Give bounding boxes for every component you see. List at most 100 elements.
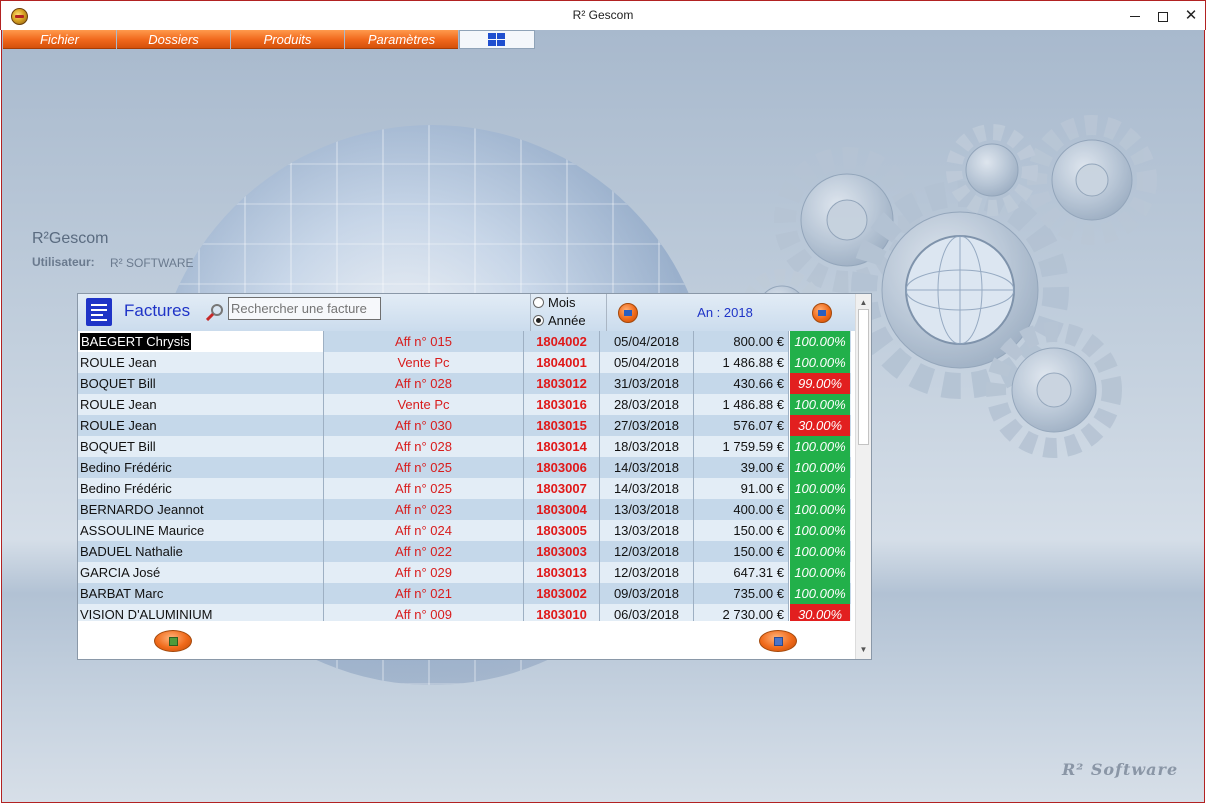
amount-cell: 91.00 € <box>694 478 789 499</box>
radio-annee-dot <box>533 315 544 326</box>
invoice-number-cell: 1803004 <box>524 499 600 520</box>
next-year-button[interactable] <box>812 303 832 323</box>
scroll-down-icon[interactable]: ▼ <box>859 645 868 654</box>
radio-mois-dot <box>533 297 544 308</box>
close-button[interactable]: ✕ <box>1177 1 1205 31</box>
amount-cell: 800.00 € <box>694 331 789 352</box>
menu-fichier[interactable]: Fichier <box>3 30 116 49</box>
date-cell: 13/03/2018 <box>600 499 694 520</box>
invoice-number-cell: 1803010 <box>524 604 600 621</box>
date-cell: 13/03/2018 <box>600 520 694 541</box>
amount-cell: 576.07 € <box>694 415 789 436</box>
client-cell: ROULE Jean <box>78 415 324 436</box>
client-cell: BOQUET Bill <box>78 373 324 394</box>
radio-mois[interactable]: Mois <box>533 295 575 313</box>
client-cell: ASSOULINE Maurice <box>78 520 324 541</box>
invoice-row[interactable]: Bedino Frédéric Aff n° 025 1803007 14/03/20… <box>78 478 851 499</box>
affaire-cell: Aff n° 022 <box>324 541 524 562</box>
panel-header: Factures Mois Année An : 2018 <box>78 294 855 331</box>
amount-cell: 39.00 € <box>694 457 789 478</box>
invoice-row[interactable]: BERNARDO Jeannot Aff n° 023 1803004 13/03/2… <box>78 499 851 520</box>
amount-cell: 150.00 € <box>694 541 789 562</box>
title-bar: R² Gescom ✕ <box>0 0 1206 30</box>
date-cell: 09/03/2018 <box>600 583 694 604</box>
invoice-row[interactable]: BARBAT Marc Aff n° 021 1803002 09/03/2018 73… <box>78 583 851 604</box>
exit-button[interactable] <box>759 630 797 652</box>
payment-percent-cell: 100.00% <box>789 436 850 457</box>
invoice-row[interactable]: ASSOULINE Maurice Aff n° 024 1803005 13/03/… <box>78 520 851 541</box>
date-cell: 14/03/2018 <box>600 478 694 499</box>
invoice-number-cell: 1803016 <box>524 394 600 415</box>
client-cell: BADUEL Nathalie <box>78 541 324 562</box>
new-invoice-button[interactable] <box>154 630 192 652</box>
date-cell: 14/03/2018 <box>600 457 694 478</box>
menu-produits[interactable]: Produits <box>231 30 344 49</box>
invoice-row[interactable]: BAEGERT Chrysis Aff n° 015 1804002 05/04/20… <box>78 331 851 352</box>
payment-percent-cell: 100.00% <box>789 394 850 415</box>
client-cell: Bedino Frédéric <box>78 478 324 499</box>
affaire-cell: Aff n° 028 <box>324 373 524 394</box>
amount-cell: 1 486.88 € <box>694 352 789 373</box>
date-cell: 12/03/2018 <box>600 562 694 583</box>
factures-panel: Factures Mois Année An : 2018 BAEGERT Ch… <box>77 293 872 660</box>
user-label: Utilisateur: <box>32 255 95 269</box>
invoice-row[interactable]: BOQUET Bill Aff n° 028 1803012 31/03/2018 43… <box>78 373 851 394</box>
radio-annee[interactable]: Année <box>533 313 586 331</box>
user-value: R² SOFTWARE <box>110 256 194 270</box>
radio-annee-label: Année <box>548 313 586 328</box>
payment-percent-cell: 100.00% <box>789 520 850 541</box>
invoice-row[interactable]: BOQUET Bill Aff n° 028 1803014 18/03/2018 1 … <box>78 436 851 457</box>
payment-percent-cell: 100.00% <box>789 499 850 520</box>
date-cell: 06/03/2018 <box>600 604 694 621</box>
client-cell: GARCIA José <box>78 562 324 583</box>
affaire-cell: Aff n° 029 <box>324 562 524 583</box>
invoice-row[interactable]: GARCIA José Aff n° 029 1803013 12/03/2018 64… <box>78 562 851 583</box>
minimize-button[interactable] <box>1121 1 1149 31</box>
invoice-number-cell: 1803007 <box>524 478 600 499</box>
window-menu-button[interactable] <box>459 30 535 49</box>
invoice-number-cell: 1803013 <box>524 562 600 583</box>
date-cell: 28/03/2018 <box>600 394 694 415</box>
payment-percent-cell: 100.00% <box>789 478 850 499</box>
invoice-table: BAEGERT Chrysis Aff n° 015 1804002 05/04/20… <box>78 331 851 621</box>
vertical-scrollbar[interactable]: ▲ ▼ <box>855 294 871 659</box>
invoice-number-cell: 1803012 <box>524 373 600 394</box>
invoice-row[interactable]: Bedino Frédéric Aff n° 025 1803006 14/03/20… <box>78 457 851 478</box>
window-title: R² Gescom <box>572 8 634 22</box>
invoice-row[interactable]: BADUEL Nathalie Aff n° 022 1803003 12/03/20… <box>78 541 851 562</box>
invoice-number-cell: 1803015 <box>524 415 600 436</box>
payment-percent-cell: 100.00% <box>789 352 850 373</box>
app-name: R²Gescom <box>32 230 109 247</box>
client-cell: BOQUET Bill <box>78 436 324 457</box>
amount-cell: 647.31 € <box>694 562 789 583</box>
invoice-row[interactable]: ROULE Jean Vente Pc 1804001 05/04/2018 1 486… <box>78 352 851 373</box>
payment-percent-cell: 100.00% <box>789 457 850 478</box>
menu-bar: Fichier Dossiers Produits Paramètres <box>3 30 535 49</box>
affaire-cell: Aff n° 023 <box>324 499 524 520</box>
invoice-row[interactable]: VISION D'ALUMINIUM Aff n° 009 1803010 06/03… <box>78 604 851 621</box>
menu-parametres[interactable]: Paramètres <box>345 30 458 49</box>
maximize-button[interactable] <box>1149 1 1177 31</box>
invoice-number-cell: 1803014 <box>524 436 600 457</box>
date-cell: 05/04/2018 <box>600 352 694 373</box>
amount-cell: 400.00 € <box>694 499 789 520</box>
app-background: R²Gescom Utilisateur: R² SOFTWARE R² Sof… <box>1 30 1205 803</box>
previous-year-button[interactable] <box>618 303 638 323</box>
scroll-thumb[interactable] <box>858 309 869 445</box>
exit-icon <box>774 637 783 646</box>
scroll-up-icon[interactable]: ▲ <box>859 298 868 307</box>
client-cell: VISION D'ALUMINIUM <box>78 604 324 621</box>
invoice-row[interactable]: ROULE Jean Vente Pc 1803016 28/03/2018 1 486… <box>78 394 851 415</box>
affaire-cell: Aff n° 025 <box>324 478 524 499</box>
payment-percent-cell: 30.00% <box>789 604 850 621</box>
amount-cell: 150.00 € <box>694 520 789 541</box>
search-icon <box>206 304 223 321</box>
panel-title: Factures <box>124 301 191 320</box>
search-input[interactable] <box>228 297 381 320</box>
menu-dossiers[interactable]: Dossiers <box>117 30 230 49</box>
client-cell: ROULE Jean <box>78 394 324 415</box>
amount-cell: 1 486.88 € <box>694 394 789 415</box>
payment-percent-cell: 99.00% <box>789 373 850 394</box>
invoice-row[interactable]: ROULE Jean Aff n° 030 1803015 27/03/2018 576… <box>78 415 851 436</box>
payment-percent-cell: 30.00% <box>789 415 850 436</box>
